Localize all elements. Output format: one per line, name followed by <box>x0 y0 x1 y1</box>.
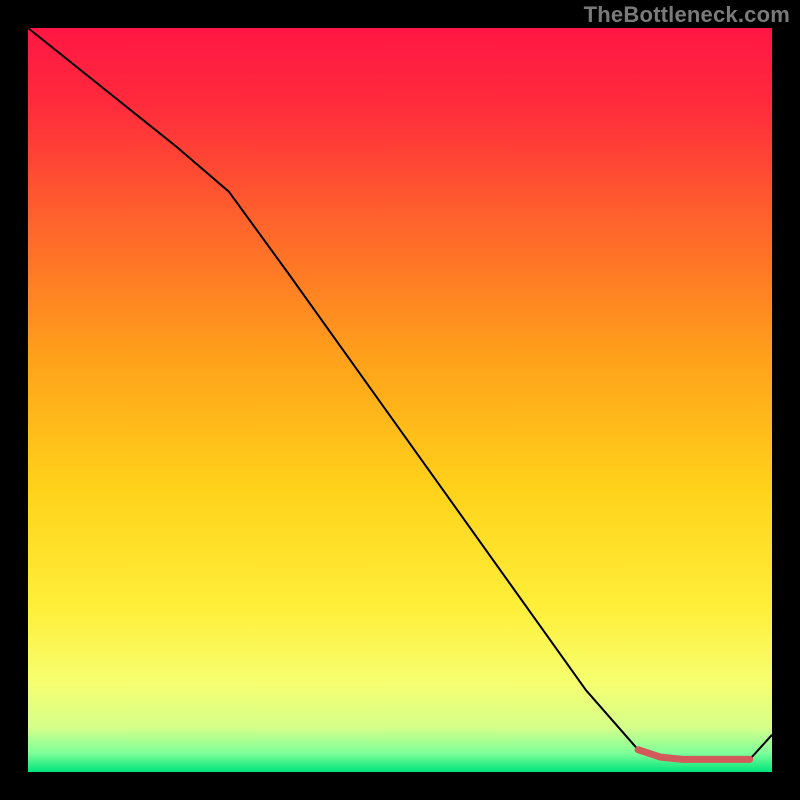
chart-svg <box>0 0 800 800</box>
plot-background <box>28 28 772 772</box>
chart-canvas: TheBottleneck.com <box>0 0 800 800</box>
